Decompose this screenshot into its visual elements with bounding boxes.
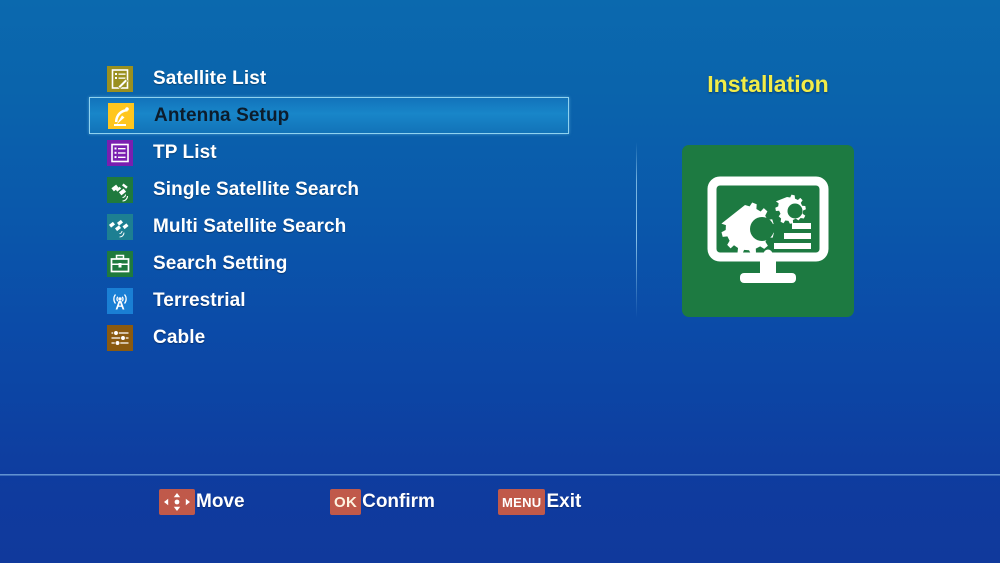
- help-bar: Move OK Confirm MENU Exit: [0, 488, 1000, 522]
- menu-item-label: Single Satellite Search: [153, 178, 360, 200]
- menu-item-label: Satellite List: [153, 67, 267, 89]
- vertical-divider: [636, 142, 637, 318]
- horizontal-divider: [0, 474, 1000, 476]
- menu-item-antenna-setup[interactable]: Antenna Setup: [89, 97, 569, 134]
- menu-item-cable[interactable]: Cable: [89, 319, 569, 356]
- dpad-arrows-icon: [159, 489, 195, 515]
- page-title: Installation: [707, 71, 829, 97]
- menu-item-label: Search Setting: [153, 252, 288, 274]
- installation-panel-icon: [682, 145, 854, 317]
- hint-move[interactable]: Move: [159, 488, 245, 516]
- tp-list-icon: [107, 139, 133, 166]
- main-toolbar: [0, 388, 1000, 468]
- stb-installation-screen: Satellite List Antenna Setup TP List Sin…: [0, 0, 1000, 563]
- menu-item-label: Antenna Setup: [154, 104, 290, 126]
- menu-badge-text: MENU: [502, 494, 542, 510]
- menu-item-satellite-list[interactable]: Satellite List: [89, 60, 569, 97]
- menu-badge: MENU: [498, 489, 546, 515]
- menu-item-label: Cable: [153, 326, 206, 348]
- ok-badge: OK: [330, 489, 362, 515]
- menu-item-multi-satellite-search[interactable]: Multi Satellite Search: [89, 208, 569, 245]
- hint-label: Move: [196, 491, 245, 512]
- satellite-list-icon: [107, 65, 133, 92]
- installation-menu-list: Satellite List Antenna Setup TP List Sin…: [89, 60, 569, 356]
- ok-badge-text: OK: [334, 493, 358, 511]
- hint-confirm[interactable]: OK Confirm: [330, 488, 435, 516]
- menu-item-terrestrial[interactable]: Terrestrial: [89, 282, 569, 319]
- menu-item-single-satellite-search[interactable]: Single Satellite Search: [89, 171, 569, 208]
- menu-item-tp-list[interactable]: TP List: [89, 134, 569, 171]
- satellite-dish-icon: [108, 102, 134, 129]
- menu-item-label: Terrestrial: [153, 289, 246, 311]
- menu-item-search-setting[interactable]: Search Setting: [89, 245, 569, 282]
- hint-exit[interactable]: MENU Exit: [498, 488, 581, 516]
- menu-item-label: TP List: [153, 141, 217, 163]
- hint-label: Confirm: [362, 491, 435, 512]
- sliders-icon: [107, 324, 133, 351]
- toolbox-icon: [107, 250, 133, 277]
- multi-satellite-icon: [107, 213, 133, 240]
- monitor-gears-icon: [707, 176, 829, 283]
- antenna-tower-icon: [107, 287, 133, 314]
- single-satellite-icon: [107, 176, 133, 203]
- menu-item-label: Multi Satellite Search: [153, 215, 347, 237]
- hint-label: Exit: [546, 491, 582, 512]
